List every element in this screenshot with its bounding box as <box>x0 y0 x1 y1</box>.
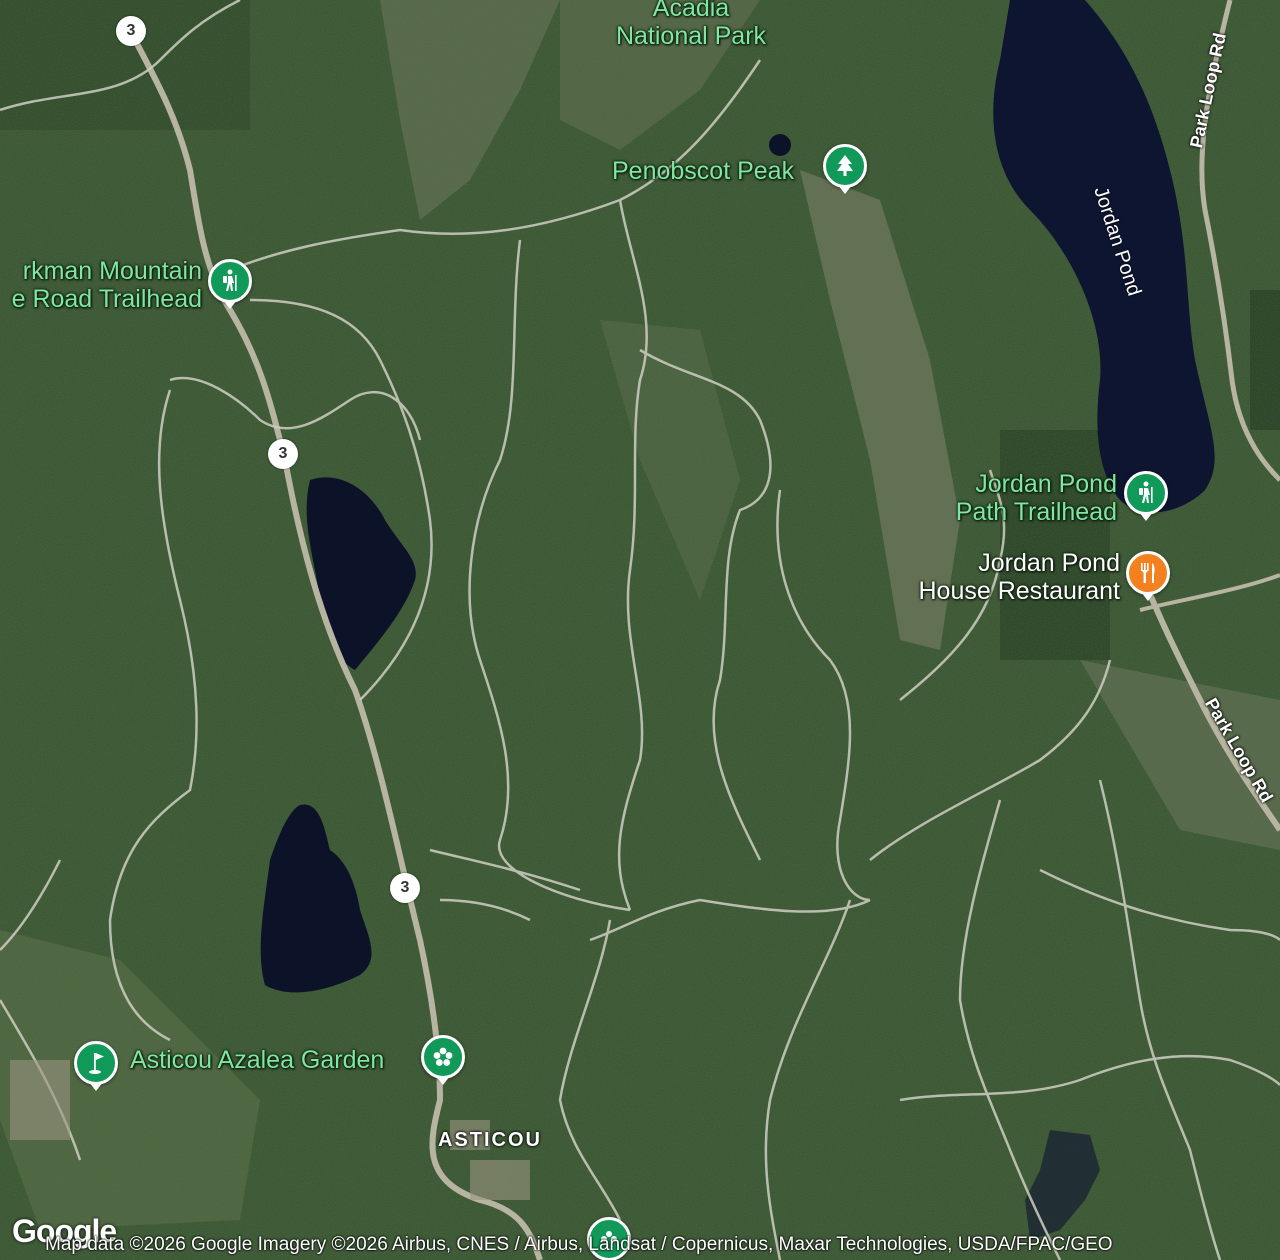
park-label[interactable]: Acadia National Park <box>605 0 777 50</box>
jordan-pond-trailhead-pin[interactable] <box>1124 471 1168 521</box>
jordan-pond-restaurant-label[interactable]: Jordan Pond House Restaurant <box>870 549 1120 605</box>
parkman-trailhead-label[interactable]: rkman Mountain e Road Trailhead <box>0 257 202 313</box>
hiker-icon <box>223 269 237 291</box>
penobscot-peak-pin[interactable] <box>823 144 867 194</box>
route-3-shield[interactable]: 3 <box>390 873 420 903</box>
flower-icon <box>433 1047 453 1066</box>
map-attribution[interactable]: Map data ©2026 Google Imagery ©2026 Airb… <box>45 1230 1280 1260</box>
jordan-pond-restaurant-pin[interactable] <box>1126 551 1170 601</box>
asticou-azalea-garden-pin[interactable] <box>421 1035 465 1085</box>
map-canvas[interactable]: 3 3 3 Acadia National Park Penobscot Pea… <box>0 0 1280 1260</box>
town-label-asticou[interactable]: ASTICOU <box>438 1129 542 1152</box>
parkman-trailhead-pin[interactable] <box>208 259 252 309</box>
restaurant-icon <box>1141 563 1155 583</box>
route-3-shield[interactable]: 3 <box>116 16 146 46</box>
golf-course-pin[interactable] <box>74 1041 118 1091</box>
penobscot-peak-label[interactable]: Penobscot Peak <box>612 157 794 185</box>
golf-icon <box>89 1053 104 1074</box>
hiker-icon <box>1139 481 1153 503</box>
jordan-pond-trailhead-label[interactable]: Jordan Pond Path Trailhead <box>900 470 1117 526</box>
asticou-azalea-garden-label[interactable]: Asticou Azalea Garden <box>130 1046 384 1074</box>
route-3-shield[interactable]: 3 <box>268 439 298 469</box>
tree-icon <box>837 155 853 176</box>
